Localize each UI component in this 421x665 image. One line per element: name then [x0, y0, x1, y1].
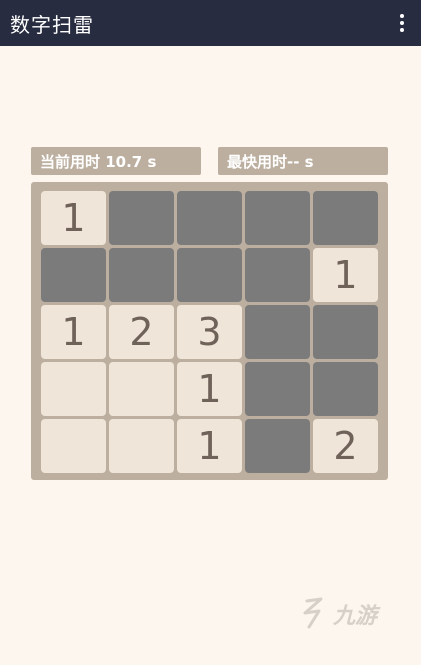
board-cell-r4-c3[interactable]: 1 [177, 362, 242, 416]
board-cell-r5-c4[interactable] [245, 419, 310, 473]
watermark-text: 九游 [332, 604, 377, 629]
board-cell-r2-c2[interactable] [109, 248, 174, 302]
watermark-logo: 九游 [299, 597, 377, 631]
board-cell-r5-c1[interactable] [41, 419, 106, 473]
board-cell-r5-c2[interactable] [109, 419, 174, 473]
nine-game-logo-icon [303, 597, 323, 629]
best-time-display: 最快用时-- s [218, 147, 388, 175]
board-cell-r1-c2[interactable] [109, 191, 174, 245]
board-cell-r3-c1[interactable]: 1 [41, 305, 106, 359]
app-bar: 数字扫雷 [0, 0, 421, 46]
game-board: 11123112 [31, 182, 388, 480]
current-time-display: 当前用时 10.7 s [31, 147, 201, 175]
board-cell-r1-c4[interactable] [245, 191, 310, 245]
board-cell-r2-c3[interactable] [177, 248, 242, 302]
board-cell-r2-c4[interactable] [245, 248, 310, 302]
board-cell-r1-c1[interactable]: 1 [41, 191, 106, 245]
app-title: 数字扫雷 [10, 12, 94, 37]
board-cell-r3-c5[interactable] [313, 305, 378, 359]
board-cell-r2-c5[interactable]: 1 [313, 248, 378, 302]
board-cell-r5-c3[interactable]: 1 [177, 419, 242, 473]
board-cell-r2-c1[interactable] [41, 248, 106, 302]
board-cell-r3-c3[interactable]: 3 [177, 305, 242, 359]
board-cell-r3-c4[interactable] [245, 305, 310, 359]
board-cell-r4-c2[interactable] [109, 362, 174, 416]
board-cell-r1-c5[interactable] [313, 191, 378, 245]
board-cell-r3-c2[interactable]: 2 [109, 305, 174, 359]
board-cell-r4-c4[interactable] [245, 362, 310, 416]
board-cell-r1-c3[interactable] [177, 191, 242, 245]
more-vert-icon[interactable] [395, 11, 409, 35]
board-cell-r5-c5[interactable]: 2 [313, 419, 378, 473]
board-cell-r4-c5[interactable] [313, 362, 378, 416]
board-cell-r4-c1[interactable] [41, 362, 106, 416]
